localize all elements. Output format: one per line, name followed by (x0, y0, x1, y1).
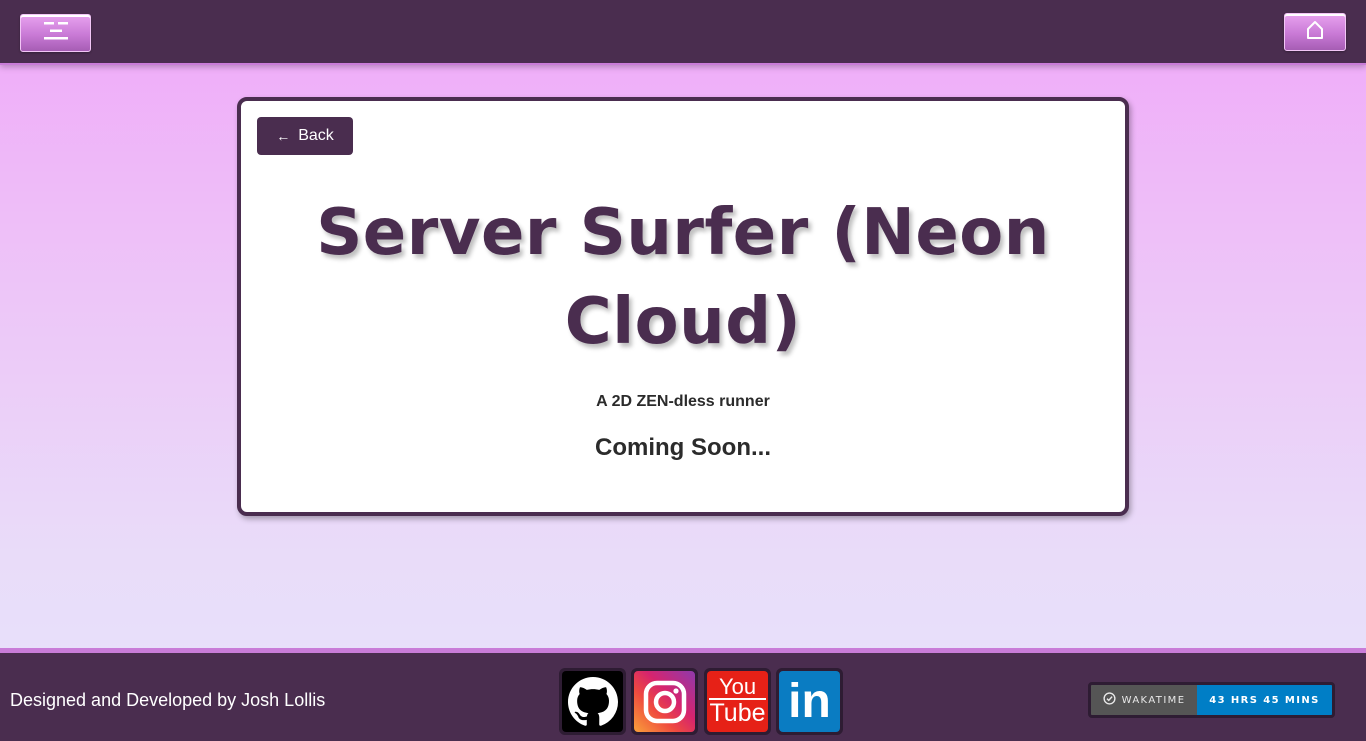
wakatime-value: 43 HRS 45 MINS (1197, 685, 1332, 715)
youtube-icon: You Tube (707, 671, 768, 732)
footer: Designed and Developed by Josh Lollis Yo… (0, 648, 1366, 741)
project-subtitle: A 2D ZEN-dless runner (596, 393, 770, 410)
back-button[interactable]: ← Back (257, 117, 353, 155)
github-link[interactable] (559, 668, 626, 735)
home-icon (1305, 20, 1325, 45)
instagram-link[interactable] (631, 668, 698, 735)
status-text: Coming Soon... (595, 434, 771, 461)
page-title: Server Surfer (Neon Cloud) (316, 196, 1050, 359)
wakatime-label-section: WAKATIME (1091, 685, 1197, 715)
linkedin-link[interactable]: in (776, 668, 843, 735)
youtube-text-top: You (718, 674, 757, 699)
youtube-text-bottom: Tube (709, 698, 766, 727)
left-arrow-icon: ← (276, 128, 291, 144)
wakatime-label: WAKATIME (1121, 694, 1186, 706)
instagram-icon (634, 671, 695, 732)
github-icon (562, 671, 623, 732)
linkedin-text: in (788, 674, 831, 728)
home-button[interactable] (1284, 13, 1346, 51)
project-card: ← Back Server Surfer (Neon Cloud) A 2D Z… (237, 97, 1129, 516)
menu-button[interactable] (20, 14, 91, 52)
wakatime-icon (1102, 692, 1116, 708)
wakatime-badge[interactable]: WAKATIME 43 HRS 45 MINS (1088, 682, 1335, 718)
hamburger-icon (43, 20, 69, 47)
top-navbar (0, 0, 1366, 65)
footer-credit: Designed and Developed by Josh Lollis (10, 690, 326, 710)
youtube-link[interactable]: You Tube (704, 668, 771, 735)
back-label: Back (298, 127, 334, 144)
linkedin-icon: in (779, 671, 840, 732)
